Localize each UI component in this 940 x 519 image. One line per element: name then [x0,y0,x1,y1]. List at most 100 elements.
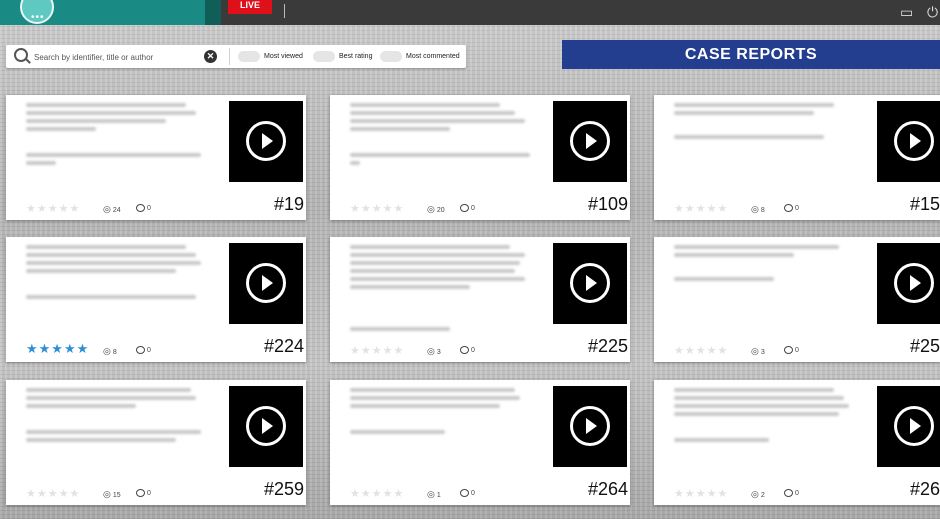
rating-stars[interactable]: ★★★★★ [26,342,89,355]
blurred-title [26,388,191,392]
blurred-title [350,253,525,257]
play-icon[interactable] [246,263,286,303]
comment-count: 0 [136,488,151,500]
blurred-title [674,111,814,115]
rating-stars[interactable]: ★★★★★ [350,203,404,215]
case-number: #264 [587,479,628,499]
case-card[interactable]: ★★★★★ ◎ 8 0 #224 [6,237,306,362]
filter-most-commented[interactable]: Most commented [380,50,460,63]
search-filter-bar: ✕ Most viewed Best rating Most commented [6,45,466,68]
video-thumbnail[interactable] [877,386,940,467]
blurred-authors [350,430,445,434]
play-icon[interactable] [894,263,934,303]
blurred-title [674,388,834,392]
eye-icon: ◎ [103,204,111,214]
video-thumbnail[interactable] [553,243,627,324]
case-card[interactable]: ★★★★★ ◎ 15 0 #259 [6,380,306,505]
play-icon[interactable] [570,406,610,446]
video-thumbnail[interactable] [877,101,940,182]
toggle-switch[interactable] [238,51,260,62]
blurred-title [26,245,186,249]
toggle-switch[interactable] [380,51,402,62]
topbar-divider [284,4,285,18]
blurred-title [350,285,470,289]
play-icon[interactable] [894,406,934,446]
tv-icon[interactable]: ▭ [900,5,913,19]
case-number: #225 [587,336,628,356]
filter-divider [229,48,230,65]
rating-stars[interactable]: ★★★★★ [674,488,728,500]
video-thumbnail[interactable] [229,243,303,324]
blurred-title [350,404,500,408]
comment-icon [784,489,793,498]
toggle-switch[interactable] [313,51,335,62]
filter-most-viewed[interactable]: Most viewed [238,50,303,63]
rating-stars[interactable]: ★★★★★ [350,345,404,357]
blurred-title [350,388,515,392]
video-thumbnail[interactable] [553,386,627,467]
view-count: ◎ 2 [751,489,765,499]
blurred-title [26,396,196,400]
top-bar: ••• LIVE ▭ ⏻ [0,0,940,25]
case-card[interactable]: ★★★★★ ◎ 20 0 #109 [330,95,630,220]
case-card[interactable]: ★★★★★ ◎ 1 0 #264 [330,380,630,505]
filter-best-rating[interactable]: Best rating [313,50,372,63]
comment-count: 0 [136,345,151,357]
video-thumbnail[interactable] [229,386,303,467]
view-count: ◎ 1 [427,489,441,499]
blurred-title [26,253,196,257]
comment-icon [136,489,145,498]
case-number: #15 [909,194,940,214]
eye-icon: ◎ [751,489,759,499]
view-count: ◎ 3 [751,346,765,356]
blurred-title [350,127,450,131]
case-card[interactable]: ★★★★★ ◎ 3 0 #225 [330,237,630,362]
blurred-title [350,269,515,273]
blurred-authors [26,438,176,442]
search-input[interactable] [32,48,196,66]
live-badge[interactable]: LIVE [228,0,272,14]
blurred-title [674,396,844,400]
rating-stars[interactable]: ★★★★★ [674,203,728,215]
comment-count: 0 [460,203,475,215]
play-icon[interactable] [246,406,286,446]
case-card[interactable]: ★★★★★ ◎ 8 0 #15 [654,95,940,220]
blurred-title [26,103,186,107]
rating-stars[interactable]: ★★★★★ [350,488,404,500]
comment-icon [784,204,793,213]
blurred-authors [26,153,201,157]
comment-icon [460,204,469,213]
play-icon[interactable] [570,121,610,161]
app-logo[interactable]: ••• [0,0,205,25]
plug-icon[interactable]: ⏻ [927,5,938,19]
play-icon[interactable] [246,121,286,161]
comment-icon [136,346,145,355]
play-icon[interactable] [570,263,610,303]
blurred-authors [350,153,530,157]
comment-count: 0 [784,345,799,357]
case-card[interactable]: ★★★★★ ◎ 24 0 #19 [6,95,306,220]
case-card[interactable]: ★★★★★ ◎ 2 0 #26 [654,380,940,505]
case-card[interactable]: ★★★★★ ◎ 3 0 #25 [654,237,940,362]
blurred-title [350,103,500,107]
comment-count: 0 [460,488,475,500]
case-number: #109 [587,194,628,214]
blurred-title [350,119,525,123]
blurred-authors [674,277,774,281]
clear-search-icon[interactable]: ✕ [204,50,217,63]
play-icon[interactable] [894,121,934,161]
comment-count: 0 [784,203,799,215]
video-thumbnail[interactable] [553,101,627,182]
menu-dots-icon[interactable]: ••• [31,13,45,23]
comment-icon [460,346,469,355]
blurred-authors [26,430,201,434]
case-number: #259 [263,479,304,499]
video-thumbnail[interactable] [229,101,303,182]
video-thumbnail[interactable] [877,243,940,324]
rating-stars[interactable]: ★★★★★ [26,488,80,500]
case-number: #19 [273,194,304,214]
eye-icon: ◎ [751,346,759,356]
rating-stars[interactable]: ★★★★★ [26,203,80,215]
rating-stars[interactable]: ★★★★★ [674,345,728,357]
comment-icon [136,204,145,213]
